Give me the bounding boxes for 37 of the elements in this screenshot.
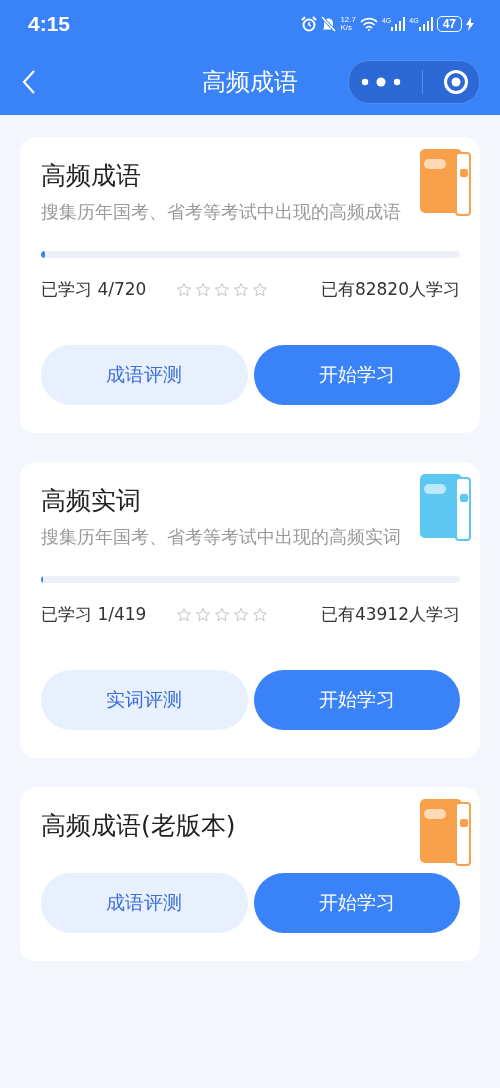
charging-icon — [466, 17, 474, 31]
progress-count: 已学习 1/419 — [41, 603, 147, 626]
close-target-icon[interactable] — [443, 68, 470, 95]
battery-level: 47 — [436, 16, 462, 32]
star-icon — [195, 606, 212, 623]
course-title: 高频成语(老版本) — [41, 810, 237, 842]
signal-icon — [391, 17, 406, 31]
star-icon — [176, 606, 193, 623]
test-button[interactable]: 成语评测 — [41, 873, 248, 933]
start-button[interactable]: 开始学习 — [253, 670, 460, 730]
course-title: 高频实词 — [41, 485, 142, 517]
signal-icon — [418, 17, 433, 31]
course-title: 高频成语 — [41, 160, 142, 192]
progress-count: 已学习 4/720 — [41, 278, 147, 301]
start-button[interactable]: 开始学习 — [253, 345, 460, 405]
star-icon — [176, 281, 193, 298]
course-description: 搜集历年国考、省考等考试中出现的高频实词 — [41, 525, 402, 549]
back-icon[interactable] — [22, 68, 36, 95]
star-icon — [214, 281, 231, 298]
course-description: 搜集历年国考、省考等考试中出现的高频成语 — [41, 200, 402, 224]
muted-bell-icon — [321, 16, 337, 32]
star-icon — [252, 281, 269, 298]
star-icon — [233, 281, 250, 298]
alarm-icon — [301, 16, 318, 32]
learner-count: 已有82820人学习 — [320, 278, 460, 301]
page-title: 高频成语 — [202, 66, 298, 98]
test-button[interactable]: 实词评测 — [41, 670, 248, 730]
learner-count: 已有43912人学习 — [320, 603, 460, 626]
wifi-icon — [359, 17, 378, 31]
star-icon — [252, 606, 269, 623]
status-time: 4:15 — [28, 12, 71, 36]
network-speed: 12.7 K/s — [340, 16, 356, 32]
star-icon — [233, 606, 250, 623]
star-icon — [214, 606, 231, 623]
start-button[interactable]: 开始学习 — [253, 873, 460, 933]
test-button[interactable]: 成语评测 — [41, 345, 248, 405]
star-icon — [195, 281, 212, 298]
